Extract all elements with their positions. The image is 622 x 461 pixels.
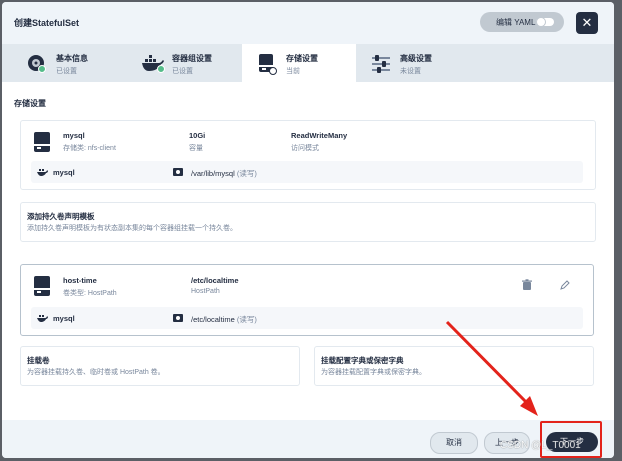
annotation-arrow: [445, 320, 538, 416]
watermark-text: CSDN @L_T0001: [500, 440, 581, 451]
